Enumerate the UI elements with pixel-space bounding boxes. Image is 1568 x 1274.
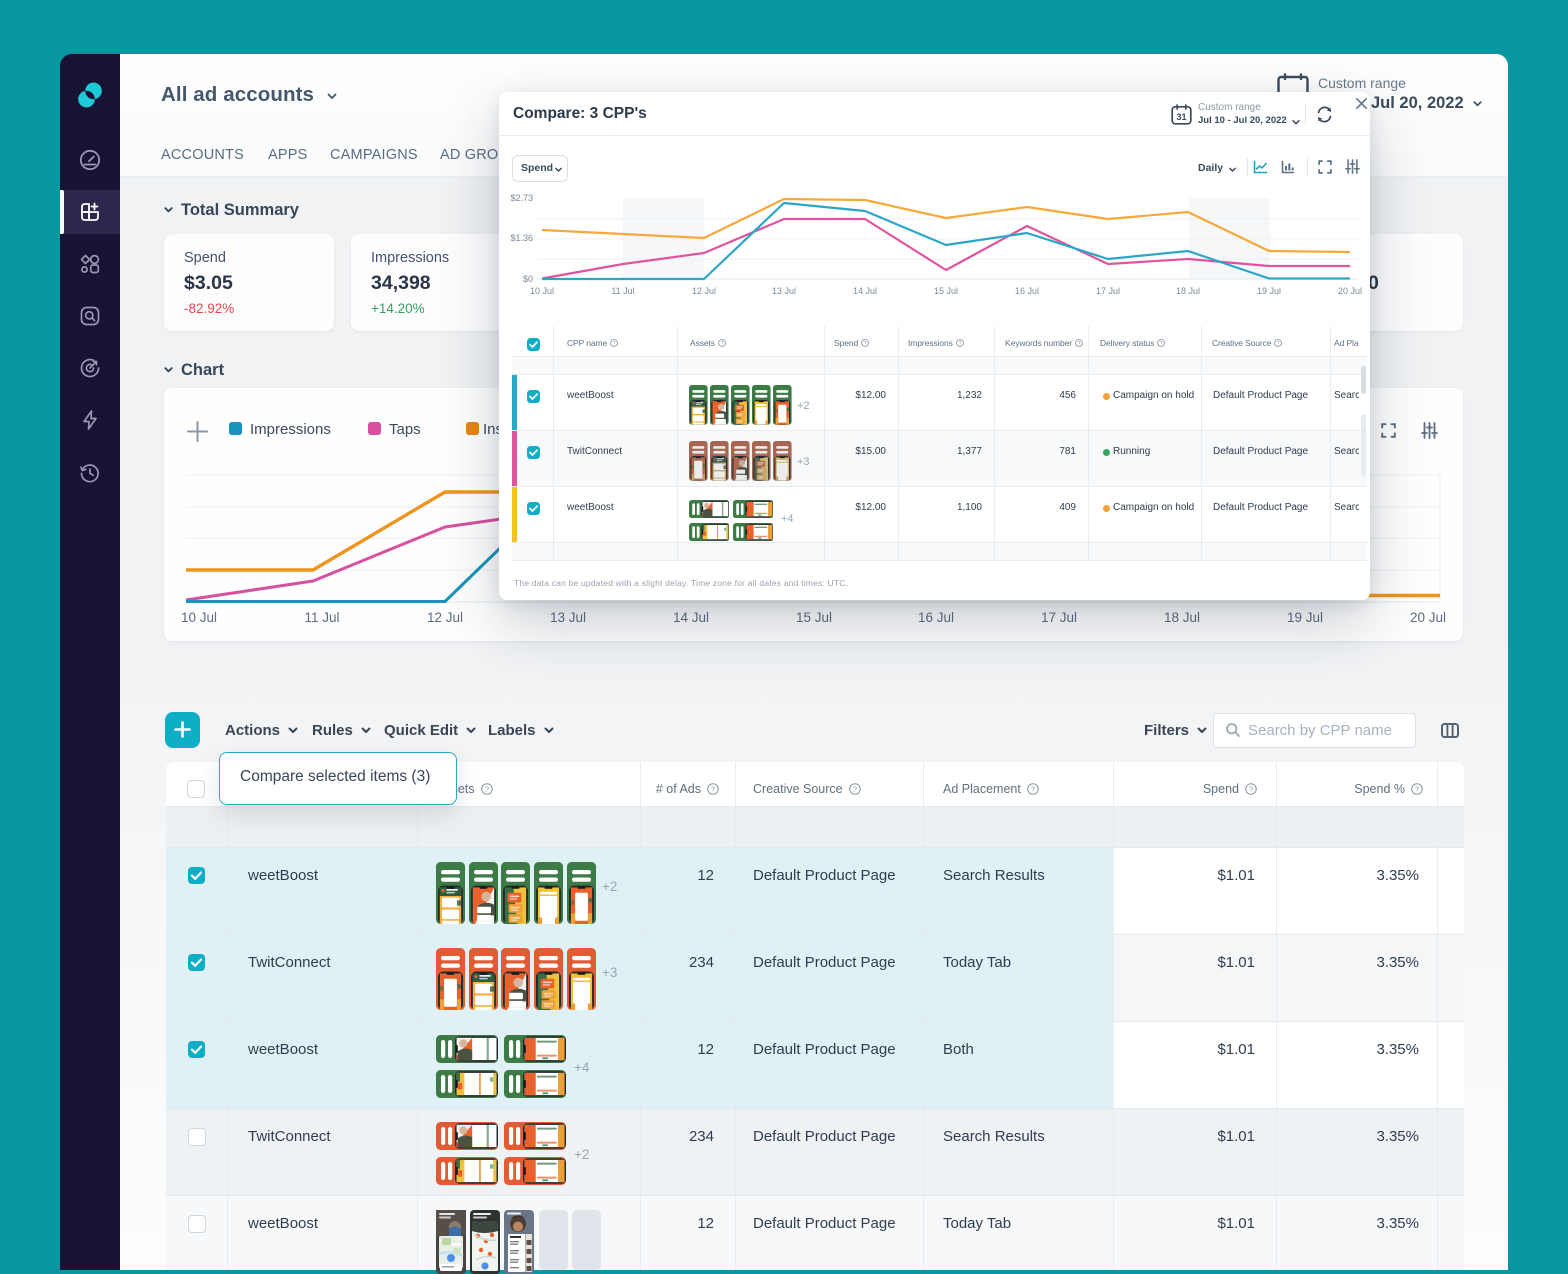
svg-text:?: ?	[1415, 784, 1419, 793]
svg-text:?: ?	[958, 341, 961, 347]
svg-text:?: ?	[613, 341, 616, 347]
svg-text:?: ?	[853, 784, 857, 793]
svg-text:?: ?	[1031, 784, 1035, 793]
svg-text:?: ?	[864, 341, 867, 347]
svg-text:?: ?	[1249, 784, 1253, 793]
svg-text:?: ?	[1160, 341, 1163, 347]
svg-text:?: ?	[721, 341, 724, 347]
svg-text:?: ?	[484, 784, 488, 793]
svg-text:?: ?	[711, 784, 715, 793]
svg-text:?: ?	[1078, 341, 1081, 347]
svg-text:?: ?	[1277, 341, 1280, 347]
